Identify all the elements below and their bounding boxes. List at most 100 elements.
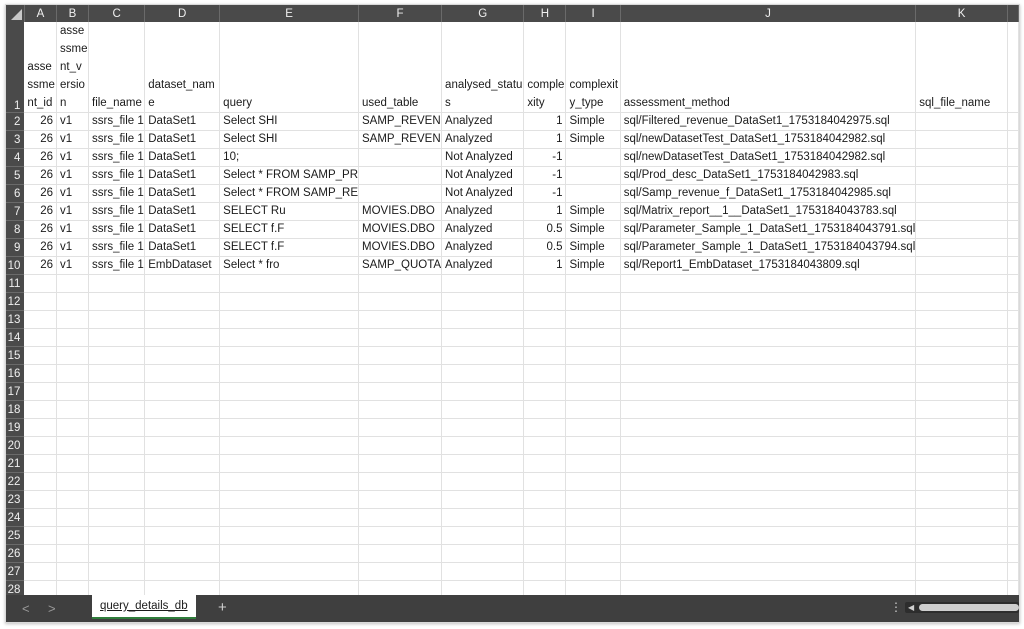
cell[interactable] — [441, 292, 525, 311]
cell[interactable]: v1 — [56, 220, 89, 239]
cell[interactable] — [88, 274, 146, 293]
cell[interactable] — [56, 364, 89, 383]
cell[interactable] — [88, 328, 146, 347]
cell[interactable] — [620, 472, 917, 491]
cell[interactable]: sql_file_name — [915, 22, 1008, 113]
cell[interactable] — [56, 526, 89, 545]
more-options-icon[interactable]: ⋮ — [890, 600, 902, 614]
cell[interactable] — [523, 418, 567, 437]
cell[interactable] — [144, 418, 221, 437]
cell[interactable] — [915, 418, 1008, 437]
cell[interactable] — [915, 472, 1008, 491]
cell[interactable]: Select SHI — [219, 112, 360, 131]
cell[interactable] — [565, 526, 621, 545]
cell[interactable] — [915, 544, 1008, 563]
cell[interactable]: sql/newDatasetTest_DataSet1_175318404298… — [620, 148, 917, 167]
cell[interactable] — [915, 400, 1008, 419]
cell[interactable]: ssrs_file 1 — [88, 148, 146, 167]
cell[interactable] — [24, 490, 58, 509]
cell[interactable] — [523, 472, 567, 491]
cell[interactable] — [358, 472, 443, 491]
cell[interactable]: DataSet1 — [144, 220, 221, 239]
row-header[interactable]: 21 — [6, 454, 25, 473]
sheet-tab[interactable]: query_details_db — [92, 595, 196, 619]
cell[interactable]: 0.5 — [523, 238, 567, 257]
cell[interactable] — [24, 400, 58, 419]
cell[interactable] — [523, 274, 567, 293]
cell[interactable]: Analyzed — [441, 238, 525, 257]
cell[interactable]: ssrs_file 1 — [88, 166, 146, 185]
cell[interactable] — [144, 490, 221, 509]
column-header-k[interactable]: K — [915, 5, 1008, 22]
cell[interactable]: 26 — [24, 184, 58, 203]
cell[interactable] — [56, 562, 89, 581]
cell[interactable] — [565, 310, 621, 329]
cell[interactable] — [56, 508, 89, 527]
cell[interactable]: 10; — [219, 148, 360, 167]
cell[interactable]: 1 — [523, 256, 567, 275]
cell[interactable] — [24, 562, 58, 581]
cell[interactable] — [1007, 400, 1019, 419]
cell[interactable] — [915, 508, 1008, 527]
cell[interactable] — [56, 310, 89, 329]
cell[interactable]: Analyzed — [441, 202, 525, 221]
cell[interactable] — [523, 490, 567, 509]
cell[interactable]: complexity — [523, 22, 567, 113]
cell[interactable] — [24, 436, 58, 455]
cell[interactable]: 26 — [24, 238, 58, 257]
column-header-l[interactable] — [1007, 5, 1019, 22]
row-header[interactable]: 22 — [6, 472, 25, 491]
cell[interactable]: v1 — [56, 130, 89, 149]
cell[interactable] — [1007, 454, 1019, 473]
cell[interactable] — [523, 454, 567, 473]
cell[interactable] — [915, 274, 1008, 293]
row-header[interactable]: 24 — [6, 508, 25, 527]
cell[interactable]: Simple — [565, 130, 621, 149]
cell[interactable]: 1 — [523, 202, 567, 221]
cell[interactable] — [441, 310, 525, 329]
cell[interactable] — [24, 508, 58, 527]
cell[interactable] — [915, 436, 1008, 455]
cell[interactable] — [565, 274, 621, 293]
cell[interactable]: ssrs_file 1 — [88, 238, 146, 257]
cell[interactable] — [144, 274, 221, 293]
cell[interactable] — [441, 472, 525, 491]
cell[interactable]: v1 — [56, 202, 89, 221]
cell[interactable] — [219, 418, 360, 437]
cell[interactable]: ssrs_file 1 — [88, 202, 146, 221]
cell[interactable] — [219, 508, 360, 527]
cell[interactable] — [441, 562, 525, 581]
cell[interactable] — [56, 274, 89, 293]
cell[interactable] — [1007, 202, 1019, 221]
cell[interactable] — [24, 472, 58, 491]
cell[interactable] — [219, 382, 360, 401]
cell[interactable] — [358, 508, 443, 527]
row-header[interactable]: 9 — [6, 238, 25, 257]
column-header-a[interactable]: A — [24, 5, 58, 22]
cell[interactable] — [1007, 22, 1019, 113]
cell[interactable] — [358, 274, 443, 293]
cell[interactable] — [358, 562, 443, 581]
cell[interactable] — [88, 418, 146, 437]
cell[interactable] — [620, 400, 917, 419]
cell[interactable] — [88, 472, 146, 491]
cell[interactable] — [441, 274, 525, 293]
cell[interactable] — [56, 544, 89, 563]
cell[interactable] — [915, 256, 1008, 275]
column-header-c[interactable]: C — [88, 5, 146, 22]
column-header-g[interactable]: G — [441, 5, 525, 22]
cell[interactable]: MOVIES.DBO — [358, 220, 443, 239]
column-header-f[interactable]: F — [358, 5, 443, 22]
cell[interactable] — [219, 292, 360, 311]
cell[interactable] — [88, 436, 146, 455]
row-header[interactable]: 7 — [6, 202, 25, 221]
scroll-left-icon[interactable]: ◀ — [908, 603, 914, 612]
cell[interactable] — [219, 544, 360, 563]
cell[interactable] — [565, 472, 621, 491]
cell[interactable] — [358, 526, 443, 545]
cell[interactable] — [565, 562, 621, 581]
cell[interactable]: 1 — [523, 130, 567, 149]
cell[interactable]: SAMP_REVEN — [358, 112, 443, 131]
cell[interactable] — [620, 490, 917, 509]
cell[interactable] — [915, 292, 1008, 311]
